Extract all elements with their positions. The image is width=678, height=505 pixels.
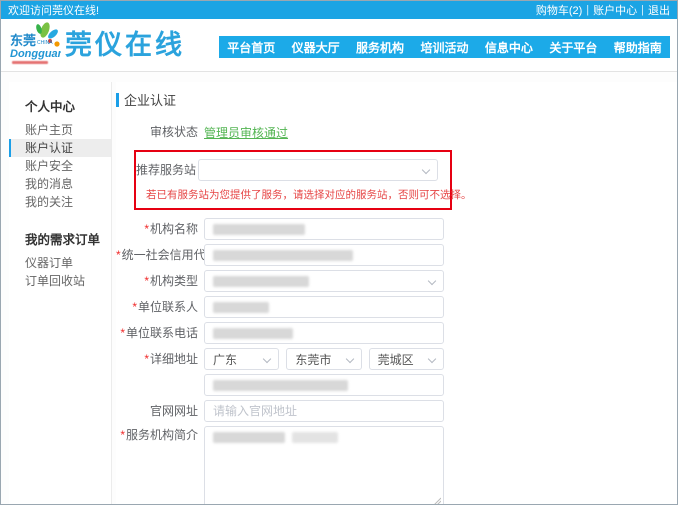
site-name: 莞仪在线 [65,22,185,68]
redacted-value [213,380,348,391]
account-center-link[interactable]: 账户中心 [593,2,637,18]
redacted-value [213,302,269,313]
title-accent-bar [116,93,119,107]
sidebar-item-order-recycle-bin[interactable]: 订单回收站 [9,272,111,290]
sidebar-group-demand-orders: 我的需求订单 [9,223,111,254]
topbar-separator: | [641,4,644,16]
org-name-label: *机构名称 [116,218,204,240]
recommend-station-select[interactable] [198,159,438,181]
browser-page: 欢迎访问莞仪在线! 购物车(2) | 账户中心 | 退出 东莞 CHINA Do… [0,0,678,505]
credit-code-label: *统一社会信用代码 [116,244,204,266]
chevron-down-icon [263,355,271,363]
nav-item-home[interactable]: 平台首页 [219,36,283,58]
recommend-station-highlight-box: 推荐服务站 若已有服务站为您提供了服务，请选择对应的服务站，否则可不选择。 [134,150,452,210]
status-label: 审核状态 [116,121,204,143]
address-label: *详细地址 [116,348,204,370]
nav-item-instrument-hall[interactable]: 仪器大厅 [283,36,347,58]
sidebar-group-personal-center: 个人中心 [9,90,111,121]
main-panel: 企业认证 审核状态 管理员审核通过 推荐服务站 [116,82,677,504]
nav-item-info-center[interactable]: 信息中心 [477,36,541,58]
address-detail-input[interactable] [204,374,444,396]
cart-link[interactable]: 购物车(2) [536,2,582,18]
website-input[interactable] [204,400,444,422]
org-type-select[interactable] [204,270,444,292]
site-header: 东莞 CHINA Dongguan 莞仪在线 平台首页 仪器大厅 服务机构 培训… [1,19,677,71]
intro-label: *服务机构简介 [116,426,204,442]
status-value: 管理员审核通过 [204,124,288,141]
contact-phone-label: *单位联系电话 [116,322,204,344]
page-title-text: 企业认证 [124,90,176,109]
address-province-select[interactable]: 广东 [204,348,279,370]
address-district-select[interactable]: 莞城区 [369,348,444,370]
sidebar-item-my-messages[interactable]: 我的消息 [9,175,111,193]
nav-item-about[interactable]: 关于平台 [541,36,605,58]
redacted-value [213,250,353,261]
main-nav: 平台首页 仪器大厅 服务机构 培训活动 信息中心 关于平台 帮助指南 [219,36,670,58]
recommend-station-label: 推荐服务站 [136,159,198,181]
contact-person-label: *单位联系人 [116,296,204,318]
redacted-value [292,432,338,443]
svg-text:东莞: 东莞 [10,33,36,48]
contact-phone-input[interactable] [204,322,444,344]
nav-item-help[interactable]: 帮助指南 [606,36,670,58]
page-title: 企业认证 [116,90,677,109]
resize-handle-icon[interactable] [433,497,441,505]
chevron-down-icon [345,355,353,363]
chevron-down-icon [422,166,430,174]
address-city-select[interactable]: 东莞市 [286,348,361,370]
svg-text:CHINA: CHINA [37,40,53,46]
sidebar: 个人中心 账户主页 账户认证 账户安全 我的消息 我的关注 我的需求订单 仪器订… [9,82,112,504]
sidebar-item-account-security[interactable]: 账户安全 [9,157,111,175]
topbar-links: 购物车(2) | 账户中心 | 退出 [536,2,670,18]
contact-person-input[interactable] [204,296,444,318]
chevron-down-icon [428,277,436,285]
enterprise-certification-form: 审核状态 管理员审核通过 推荐服务站 若已有服务站为您提供了服务，请选择对应的服… [116,121,677,505]
welcome-text: 欢迎访问莞仪在线! [8,2,99,18]
redacted-value [213,328,293,339]
intro-textarea[interactable] [204,426,444,505]
nav-item-service-orgs[interactable]: 服务机构 [348,36,412,58]
sidebar-item-account-home[interactable]: 账户主页 [9,121,111,139]
credit-code-input[interactable] [204,244,444,266]
sidebar-item-my-follows[interactable]: 我的关注 [9,193,111,211]
sidebar-item-account-certification[interactable]: 账户认证 [9,139,111,157]
top-utility-bar: 欢迎访问莞仪在线! 购物车(2) | 账户中心 | 退出 [1,1,677,19]
svg-text:Dongguan: Dongguan [10,48,61,60]
topbar-separator: | [586,4,589,16]
content-area: 个人中心 账户主页 账户认证 账户安全 我的消息 我的关注 我的需求订单 仪器订… [1,71,677,504]
website-label: 官网网址 [116,400,204,422]
recommend-station-hint: 若已有服务站为您提供了服务，请选择对应的服务站，否则可不选择。 [136,187,442,202]
org-type-label: *机构类型 [116,270,204,292]
dongguan-emblem-icon: 东莞 CHINA Dongguan [9,22,61,68]
logout-link[interactable]: 退出 [648,2,670,18]
redacted-value [213,276,309,287]
org-name-input[interactable] [204,218,444,240]
site-logo[interactable]: 东莞 CHINA Dongguan 莞仪在线 [9,22,185,68]
sidebar-item-instrument-orders[interactable]: 仪器订单 [9,254,111,272]
redacted-value [213,432,285,443]
nav-item-training[interactable]: 培训活动 [412,36,476,58]
redacted-value [213,224,305,235]
chevron-down-icon [428,355,436,363]
